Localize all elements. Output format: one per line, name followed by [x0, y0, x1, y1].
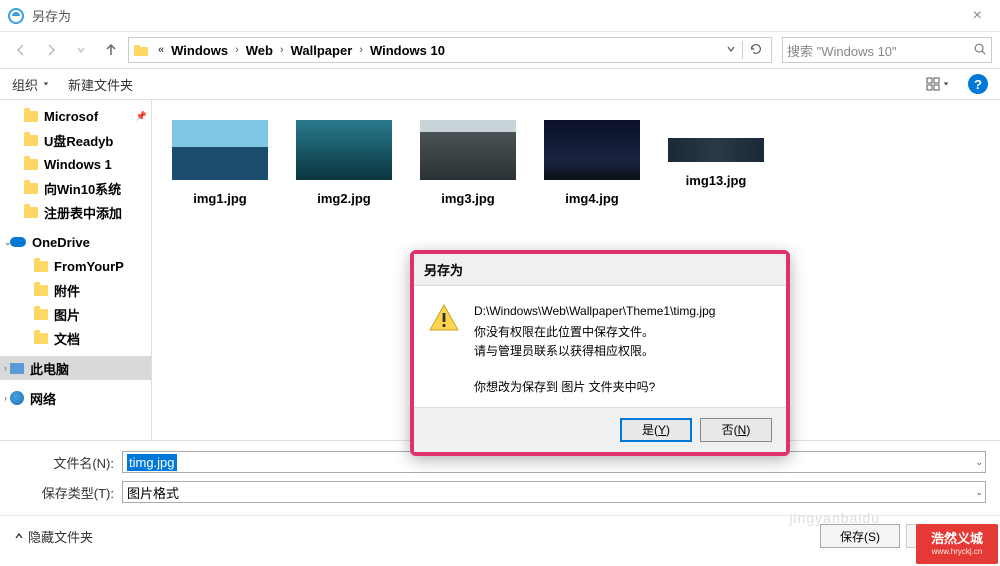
no-button[interactable]: 否(N) [700, 418, 772, 442]
sidebar-item[interactable]: 文档 [0, 326, 151, 350]
navigation-bar: « Windows › Web › Wallpaper › Windows 10… [0, 32, 1000, 68]
thumbnail-icon [668, 138, 764, 162]
onedrive-icon [10, 237, 26, 247]
filetype-label: 保存类型(T): [14, 483, 114, 502]
search-placeholder: 搜索 "Windows 10" [787, 41, 973, 60]
new-folder-button[interactable]: 新建文件夹 [68, 75, 133, 94]
filetype-select[interactable]: 图片格式 ⌄ [122, 481, 986, 503]
breadcrumb-item[interactable]: Web [244, 43, 275, 58]
search-input[interactable]: 搜索 "Windows 10" [782, 37, 992, 63]
separator [742, 41, 743, 59]
title-bar: 另存为 × [0, 0, 1000, 32]
warning-icon [428, 302, 460, 334]
alert-title: 另存为 [414, 254, 786, 286]
toolbar: 组织 新建文件夹 ? [0, 68, 1000, 100]
chevron-icon: « [153, 44, 169, 56]
up-button[interactable] [98, 37, 124, 63]
thumbnail-icon [544, 120, 640, 180]
hide-folders-toggle[interactable]: 隐藏文件夹 [14, 527, 93, 546]
sidebar-onedrive[interactable]: ⌄OneDrive [0, 230, 151, 254]
help-button[interactable]: ? [968, 74, 988, 94]
sidebar-item[interactable]: 向Win10系统 [0, 176, 151, 200]
thumbnail-icon [296, 120, 392, 180]
breadcrumb-dropdown[interactable] [722, 43, 740, 57]
chevron-down-icon[interactable]: ⌄ [975, 457, 983, 468]
address-bar[interactable]: « Windows › Web › Wallpaper › Windows 10 [128, 37, 772, 63]
yes-button[interactable]: 是(Y) [620, 418, 692, 442]
folder-icon [24, 183, 38, 194]
file-item[interactable]: img3.jpg [420, 120, 516, 206]
file-item[interactable]: img2.jpg [296, 120, 392, 206]
refresh-button[interactable] [745, 42, 767, 59]
breadcrumb-item[interactable]: Windows [169, 43, 230, 58]
forward-button[interactable] [38, 37, 64, 63]
folder-icon [24, 207, 38, 218]
sidebar-item[interactable]: U盘Readyb [0, 128, 151, 152]
chevron-down-icon[interactable]: ⌄ [975, 487, 983, 498]
brand-badge: 浩然义城 www.hryckj.cn [916, 524, 998, 564]
chevron-icon: › [275, 44, 289, 56]
sidebar-item[interactable]: Windows 1 [0, 152, 151, 176]
sidebar: Microsof U盘Readyb Windows 1 向Win10系统 注册表… [0, 100, 152, 440]
folder-icon [133, 42, 149, 58]
breadcrumb-item[interactable]: Wallpaper [289, 43, 355, 58]
sidebar-thispc[interactable]: ›此电脑 [0, 356, 151, 380]
chevron-icon: › [354, 44, 368, 56]
close-button[interactable]: × [963, 3, 992, 29]
chevron-icon: › [230, 44, 244, 56]
folder-icon [24, 111, 38, 122]
filename-label: 文件名(N): [14, 453, 114, 472]
folder-icon [34, 261, 48, 272]
file-item[interactable]: img1.jpg [172, 120, 268, 206]
permission-alert-dialog: 另存为 D:\Windows\Web\Wallpaper\Theme1\timg… [410, 250, 790, 456]
pc-icon [10, 363, 24, 374]
dialog-footer: 隐藏文件夹 保存(S) 取消 [0, 515, 1000, 558]
folder-icon [34, 285, 48, 296]
app-icon [8, 8, 24, 24]
folder-icon [34, 309, 48, 320]
view-options-button[interactable] [924, 71, 950, 97]
thumbnail-icon [172, 120, 268, 180]
folder-icon [24, 135, 38, 146]
organize-button[interactable]: 组织 [12, 75, 50, 94]
sidebar-item[interactable]: 注册表中添加 [0, 200, 151, 224]
sidebar-item[interactable]: 图片 [0, 302, 151, 326]
window-title: 另存为 [32, 6, 963, 25]
back-button[interactable] [8, 37, 34, 63]
alert-message: D:\Windows\Web\Wallpaper\Theme1\timg.jpg… [474, 302, 715, 397]
file-item[interactable]: img13.jpg [668, 120, 764, 206]
folder-icon [24, 159, 38, 170]
folder-icon [34, 333, 48, 344]
thumbnail-grid: img1.jpg img2.jpg img3.jpg img4.jpg img1… [172, 120, 980, 206]
sidebar-item[interactable]: FromYourP [0, 254, 151, 278]
network-icon [10, 391, 24, 405]
search-icon [973, 42, 987, 59]
sidebar-item[interactable]: Microsof [0, 104, 151, 128]
save-button[interactable]: 保存(S) [820, 524, 900, 548]
thumbnail-icon [420, 120, 516, 180]
breadcrumb-item[interactable]: Windows 10 [368, 43, 447, 58]
sidebar-item[interactable]: 附件 [0, 278, 151, 302]
recent-dropdown[interactable] [68, 37, 94, 63]
sidebar-network[interactable]: ›网络 [0, 386, 151, 410]
file-item[interactable]: img4.jpg [544, 120, 640, 206]
